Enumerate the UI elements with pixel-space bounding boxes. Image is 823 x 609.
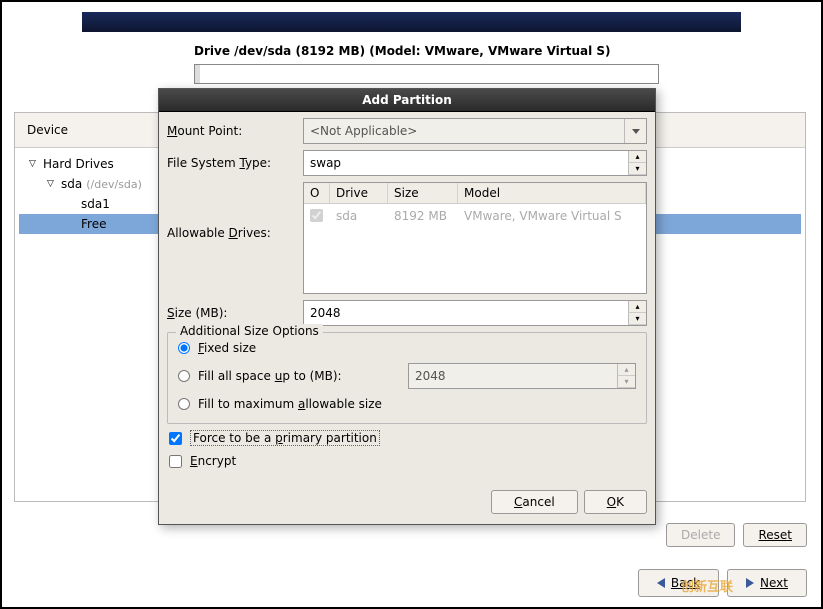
back-button[interactable]: Back: [638, 569, 719, 597]
arrow-right-icon: [746, 578, 754, 588]
allowable-drives-label: Allowable Drives:: [167, 182, 295, 240]
tree-label: sda: [61, 177, 82, 191]
radio-fill-max[interactable]: Fill to maximum allowable size: [176, 393, 638, 415]
installer-header-bar: [82, 12, 741, 32]
fill-up-to-input: [409, 364, 617, 388]
mount-point-combo: [303, 118, 647, 144]
fstype-combo[interactable]: ▴ ▾: [303, 150, 647, 176]
fstype-label: File System Type:: [167, 156, 295, 170]
radio-input[interactable]: [178, 398, 190, 410]
fstype-input[interactable]: [304, 151, 628, 175]
chevron-down-icon: ▾: [617, 376, 635, 388]
force-primary-checkbox-row[interactable]: Force to be a primary partition: [167, 424, 647, 448]
reset-button[interactable]: Reset: [743, 523, 807, 547]
expander-icon[interactable]: ▽: [47, 179, 57, 189]
mount-point-label: Mount Point:: [167, 124, 295, 138]
expander-icon[interactable]: ▽: [29, 159, 39, 169]
chevron-up-icon: ▴: [617, 364, 635, 376]
tree-label: Free: [81, 217, 106, 231]
chevron-up-icon: ▴: [628, 301, 646, 313]
chevron-down-icon: ▾: [628, 163, 646, 175]
fieldset-legend: Additional Size Options: [176, 324, 323, 338]
table-row[interactable]: sda 8192 MB VMware, VMware Virtual S: [304, 204, 646, 230]
cancel-button[interactable]: Cancel: [491, 490, 578, 514]
add-partition-dialog: Add Partition Mount Point: File System T…: [158, 88, 656, 525]
encrypt-checkbox-row[interactable]: Encrypt: [167, 448, 647, 470]
size-spinner[interactable]: ▴ ▾: [303, 300, 647, 326]
radio-input[interactable]: [178, 342, 190, 354]
encrypt-checkbox[interactable]: [169, 455, 182, 468]
fstype-spinner[interactable]: ▴ ▾: [628, 151, 646, 175]
fill-up-to-spinner: ▴ ▾: [408, 363, 636, 389]
delete-button[interactable]: Delete: [666, 523, 735, 547]
drive-summary-label: Drive /dev/sda (8192 MB) (Model: VMware,…: [194, 44, 821, 58]
radio-fill-up-to[interactable]: Fill all space up to (MB): ▴ ▾: [176, 359, 638, 393]
radio-fixed-size[interactable]: Fixed size: [176, 337, 638, 359]
size-spinner-buttons[interactable]: ▴ ▾: [628, 301, 646, 325]
force-primary-checkbox[interactable]: [169, 432, 182, 445]
tree-label: sda1: [81, 197, 110, 211]
size-input[interactable]: [304, 301, 628, 325]
allowable-drives-table[interactable]: O Drive Size Model sda 8192 MB VMware, V…: [303, 182, 647, 294]
next-button[interactable]: Next: [727, 569, 807, 597]
arrow-left-icon: [657, 578, 665, 588]
dialog-title: Add Partition: [159, 89, 655, 112]
ok-button[interactable]: OK: [584, 490, 647, 514]
partition-usage-used: [195, 65, 200, 83]
tree-label: Hard Drives: [43, 157, 114, 171]
size-label: Size (MB):: [167, 306, 295, 320]
partition-usage-bar: [194, 64, 659, 84]
drives-header-row: O Drive Size Model: [304, 183, 646, 204]
tree-path: (/dev/sda): [86, 178, 142, 191]
additional-size-options: Additional Size Options Fixed size Fill …: [167, 332, 647, 424]
chevron-up-icon: ▴: [628, 151, 646, 163]
chevron-down-icon: [624, 119, 646, 143]
chevron-down-icon: ▾: [628, 313, 646, 325]
mount-point-input: [304, 119, 624, 143]
radio-input[interactable]: [178, 370, 190, 382]
drive-checkbox: [310, 209, 323, 222]
